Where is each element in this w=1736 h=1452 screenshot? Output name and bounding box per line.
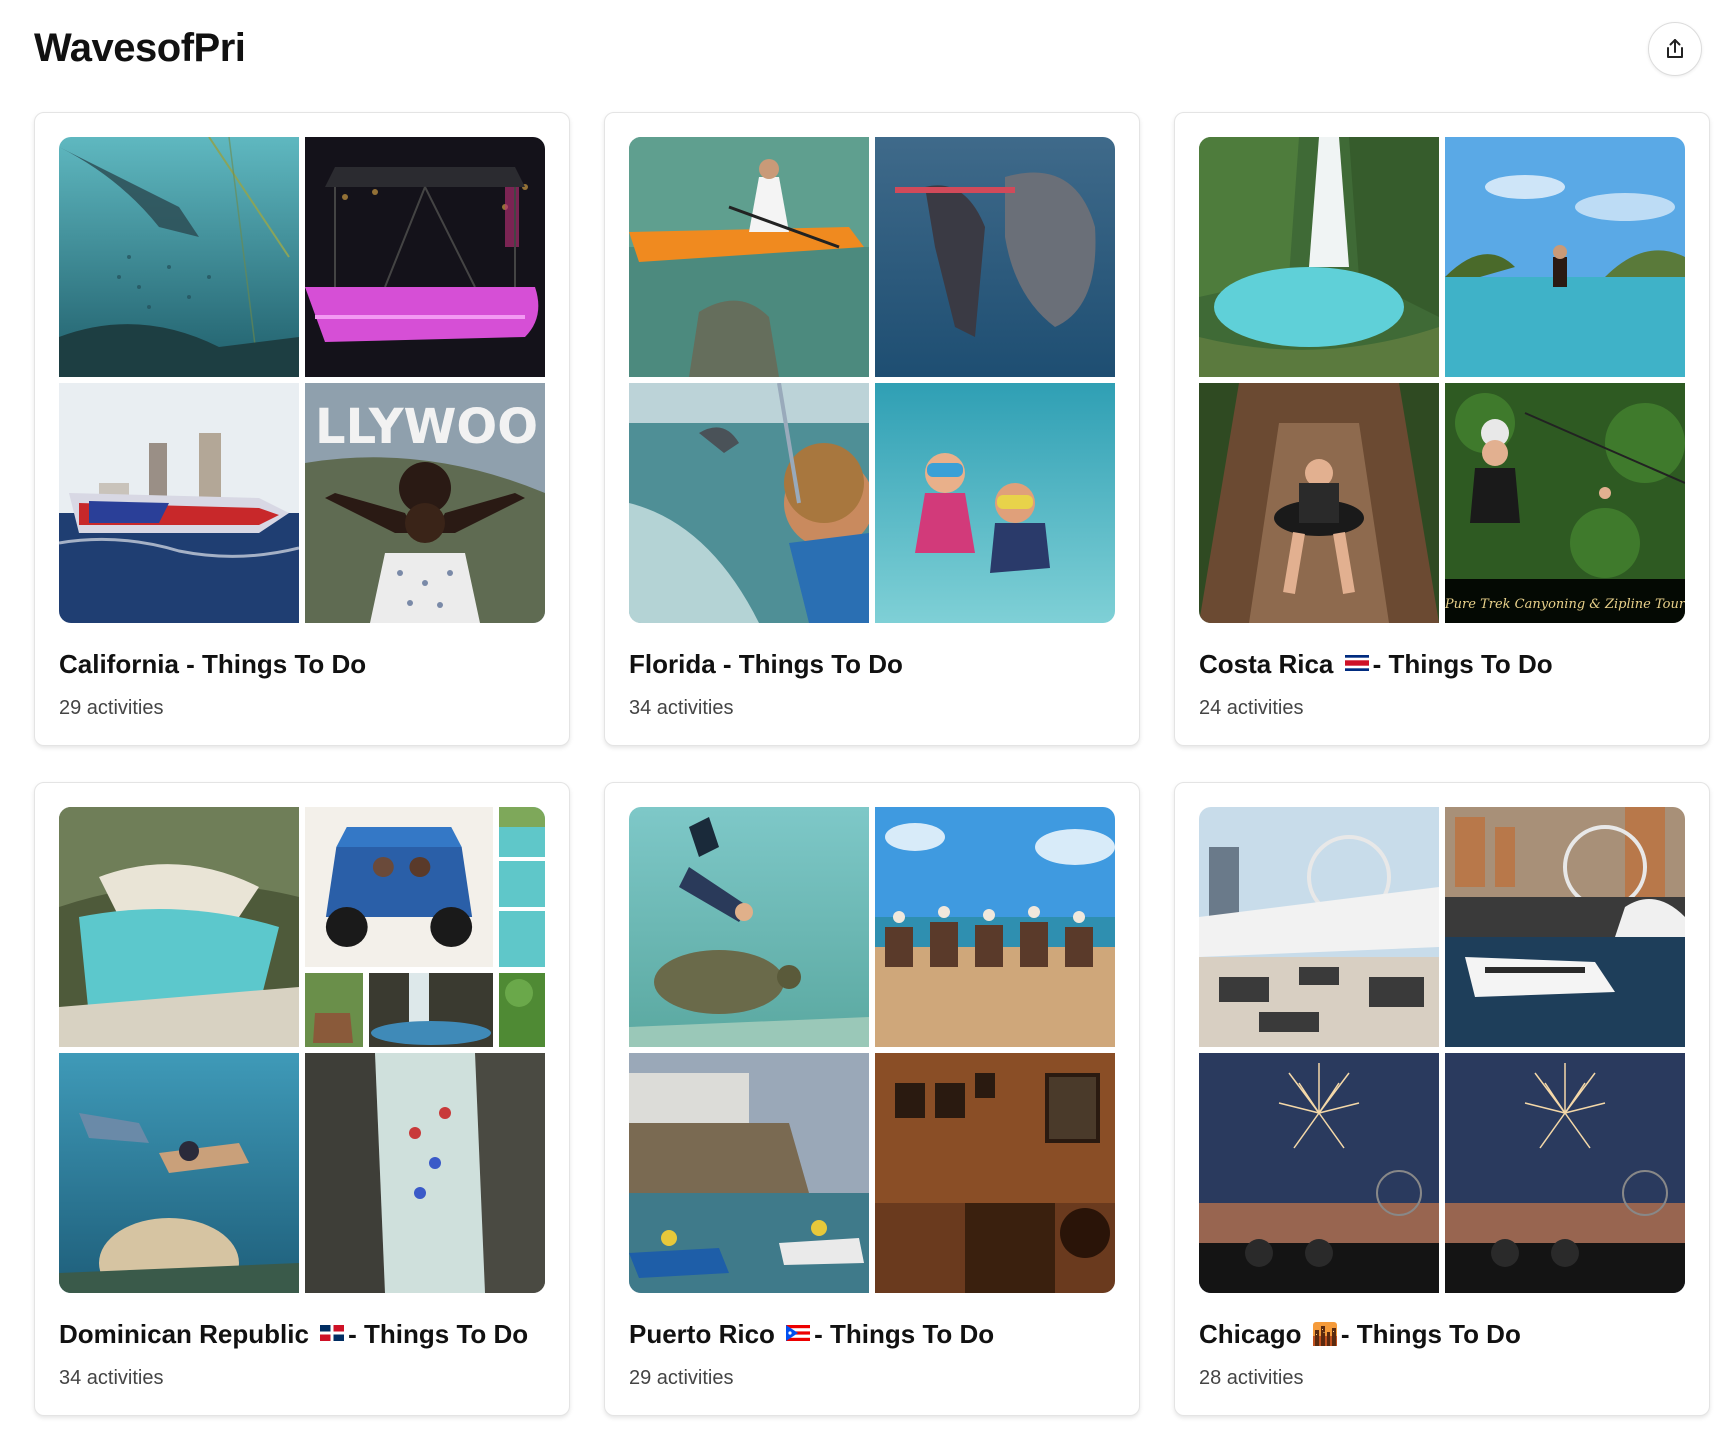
card-image-collage bbox=[629, 137, 1115, 623]
dominican-republic-flag-icon bbox=[320, 1325, 345, 1342]
card-title-text: Puerto Rico bbox=[629, 1319, 775, 1349]
card-title[interactable]: Florida - Things To Do bbox=[629, 649, 903, 680]
card-title-suffix: - Things To Do bbox=[814, 1319, 995, 1349]
hollywood-sign-woman-photo: LLYWOO bbox=[305, 383, 545, 623]
card-image-collage: LLYWOO bbox=[59, 137, 545, 623]
cityscape-emoji-icon bbox=[1312, 1322, 1337, 1347]
jungle-photo bbox=[499, 973, 545, 1047]
image-caption: Pure Trek Canyoning & Zipline Tour bbox=[1445, 597, 1685, 612]
card-title-suffix: - Things To Do bbox=[348, 1319, 529, 1349]
cave-lagoon-photo bbox=[59, 807, 299, 1047]
beach-horseback-photo bbox=[875, 807, 1115, 1047]
wishlist-card-chicago[interactable]: Chicago - Things To Do 28 activities bbox=[1174, 782, 1710, 1416]
costa-rica-flag-icon bbox=[1344, 655, 1369, 672]
card-title[interactable]: Dominican Republic - Things To Do bbox=[59, 1319, 528, 1350]
manatee-underwater-photo bbox=[875, 137, 1115, 377]
wishlist-card-dominican-republic[interactable]: Dominican Republic - Things To Do 34 act… bbox=[34, 782, 570, 1416]
navy-pier-cruise-photo bbox=[1445, 807, 1685, 1047]
card-title[interactable]: Puerto Rico - Things To Do bbox=[629, 1319, 994, 1350]
card-title[interactable]: Chicago - Things To Do bbox=[1199, 1319, 1521, 1350]
page: WavesofPri LLYWOO California - Things To… bbox=[0, 0, 1736, 1452]
tubing-waterfall-photo bbox=[369, 973, 493, 1047]
activity-count: 29 activities bbox=[59, 697, 164, 719]
card-title-text: Florida - Things To Do bbox=[629, 649, 903, 679]
activity-count: 34 activities bbox=[629, 697, 734, 719]
buggy-ride-photo bbox=[305, 807, 493, 967]
water-slide-tube-photo bbox=[1199, 383, 1439, 623]
jet-ski-fort-photo bbox=[629, 1053, 869, 1293]
turquoise-waterfall-photo bbox=[1199, 137, 1439, 377]
wishlist-card-florida[interactable]: Florida - Things To Do 34 activities bbox=[604, 112, 1140, 746]
svg-text:LLYWOO: LLYWOO bbox=[315, 399, 538, 455]
card-title-suffix: - Things To Do bbox=[1340, 1319, 1521, 1349]
wishlist-card-puerto-rico[interactable]: Puerto Rico - Things To Do 29 activities bbox=[604, 782, 1140, 1416]
puerto-rico-flag-icon bbox=[786, 1325, 811, 1342]
activity-count: 29 activities bbox=[629, 1367, 734, 1389]
card-title-suffix: - Things To Do bbox=[1372, 649, 1553, 679]
card-image-collage bbox=[629, 807, 1115, 1293]
activity-count: 24 activities bbox=[1199, 697, 1304, 719]
boy-watching-dolphin-photo bbox=[629, 383, 869, 623]
horseback-photo bbox=[305, 973, 363, 1047]
wishlist-card-california[interactable]: LLYWOO California - Things To Do 29 acti… bbox=[34, 112, 570, 746]
header: WavesofPri bbox=[34, 22, 1702, 78]
card-title-text: Costa Rica bbox=[1199, 649, 1334, 679]
card-title[interactable]: Costa Rica - Things To Do bbox=[1199, 649, 1553, 680]
sea-turtle-snorkel-photo bbox=[629, 807, 869, 1047]
fireworks-skyline-photo-2 bbox=[1445, 1053, 1685, 1293]
card-image-collage bbox=[1199, 807, 1685, 1293]
card-title-text: California - Things To Do bbox=[59, 649, 367, 679]
kayak-manatee-photo bbox=[629, 137, 869, 377]
activity-collage-photo bbox=[305, 807, 545, 1047]
card-title-text: Dominican Republic bbox=[59, 1319, 309, 1349]
yacht-deck-ferris-wheel-photo bbox=[1199, 807, 1439, 1047]
snorkeling-kelp-photo bbox=[59, 137, 299, 377]
card-image-collage: Pure Trek Canyoning & Zipline Tour bbox=[1199, 137, 1685, 623]
wishlist-grid: LLYWOO California - Things To Do 29 acti… bbox=[34, 112, 1710, 1416]
card-title[interactable]: California - Things To Do bbox=[59, 649, 366, 680]
infinity-pool-photo bbox=[1445, 137, 1685, 377]
card-title-text: Chicago bbox=[1199, 1319, 1302, 1349]
activity-count: 34 activities bbox=[59, 1367, 164, 1389]
pool-swimmer-photo bbox=[499, 807, 545, 967]
museum-interior-photo bbox=[875, 1053, 1115, 1293]
share-icon bbox=[1667, 39, 1683, 58]
glowing-pink-boat-night-photo bbox=[305, 137, 545, 377]
river-tubing-canyon-photo bbox=[305, 1053, 545, 1293]
kids-snorkeling-photo bbox=[875, 383, 1115, 623]
wishlist-card-costa-rica[interactable]: Pure Trek Canyoning & Zipline Tour Costa… bbox=[1174, 112, 1710, 746]
snorkeling-coral-photo bbox=[59, 1053, 299, 1293]
card-image-collage bbox=[59, 807, 545, 1293]
activity-count: 28 activities bbox=[1199, 1367, 1304, 1389]
share-button[interactable] bbox=[1648, 22, 1702, 76]
page-title: WavesofPri bbox=[34, 26, 246, 70]
fireworks-skyline-photo bbox=[1199, 1053, 1439, 1293]
zipline-woman-photo: Pure Trek Canyoning & Zipline Tour bbox=[1445, 383, 1685, 623]
patriot-speedboat-photo bbox=[59, 383, 299, 623]
